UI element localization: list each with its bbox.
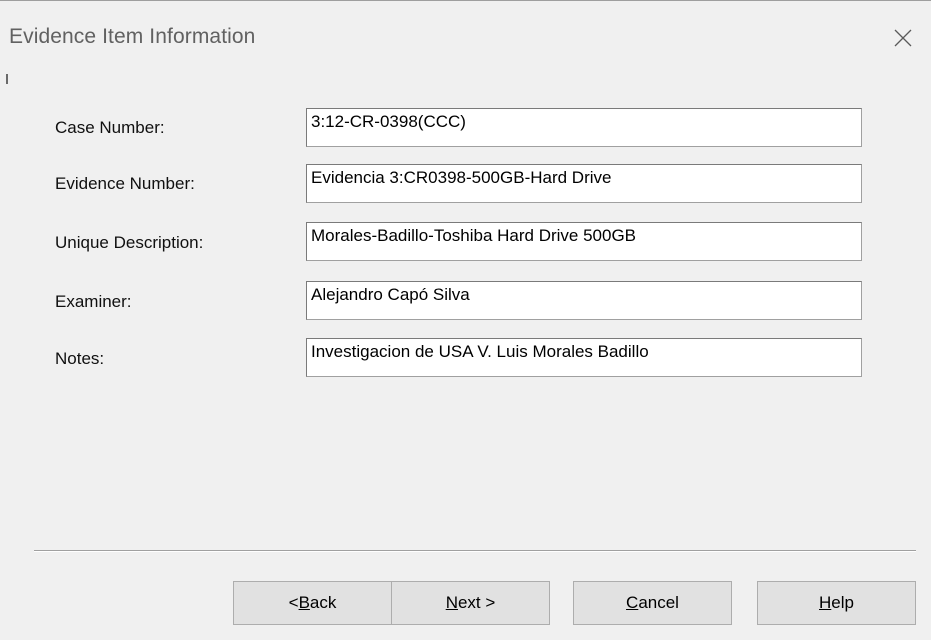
next-button-suffix: ext > bbox=[457, 593, 496, 612]
notes-label: Notes: bbox=[55, 349, 105, 368]
case-number-label: Case Number: bbox=[55, 118, 165, 137]
unique-description-field[interactable] bbox=[306, 222, 862, 261]
evidence-number-label: Evidence Number: bbox=[55, 174, 195, 193]
case-number-field[interactable] bbox=[306, 108, 862, 147]
back-button[interactable]: < Back bbox=[233, 581, 392, 625]
back-button-mnemonic: B bbox=[298, 593, 310, 612]
button-separator bbox=[34, 550, 916, 552]
help-button[interactable]: Help bbox=[757, 581, 916, 625]
evidence-number-field[interactable] bbox=[306, 164, 862, 203]
notes-field[interactable] bbox=[306, 338, 862, 377]
unique-description-label: Unique Description: bbox=[55, 233, 204, 252]
examiner-field[interactable] bbox=[306, 281, 862, 320]
dialog-title: Evidence Item Information bbox=[9, 25, 256, 48]
title-bar: Evidence Item Information bbox=[0, 1, 931, 77]
examiner-label: Examiner: bbox=[55, 292, 132, 311]
help-button-mnemonic: H bbox=[819, 593, 832, 612]
cancel-button[interactable]: Cancel bbox=[573, 581, 732, 625]
cancel-button-mnemonic: C bbox=[626, 593, 639, 612]
next-button[interactable]: Next > bbox=[391, 581, 550, 625]
help-button-suffix: elp bbox=[831, 593, 854, 612]
close-button[interactable] bbox=[875, 17, 931, 59]
close-icon bbox=[894, 29, 912, 47]
back-button-prefix: < bbox=[288, 593, 299, 612]
back-button-suffix: ack bbox=[309, 593, 337, 612]
evidence-item-dialog: Evidence Item Information Case Number: E… bbox=[0, 0, 931, 640]
next-button-mnemonic: N bbox=[445, 593, 458, 612]
cancel-button-suffix: ancel bbox=[638, 593, 679, 612]
